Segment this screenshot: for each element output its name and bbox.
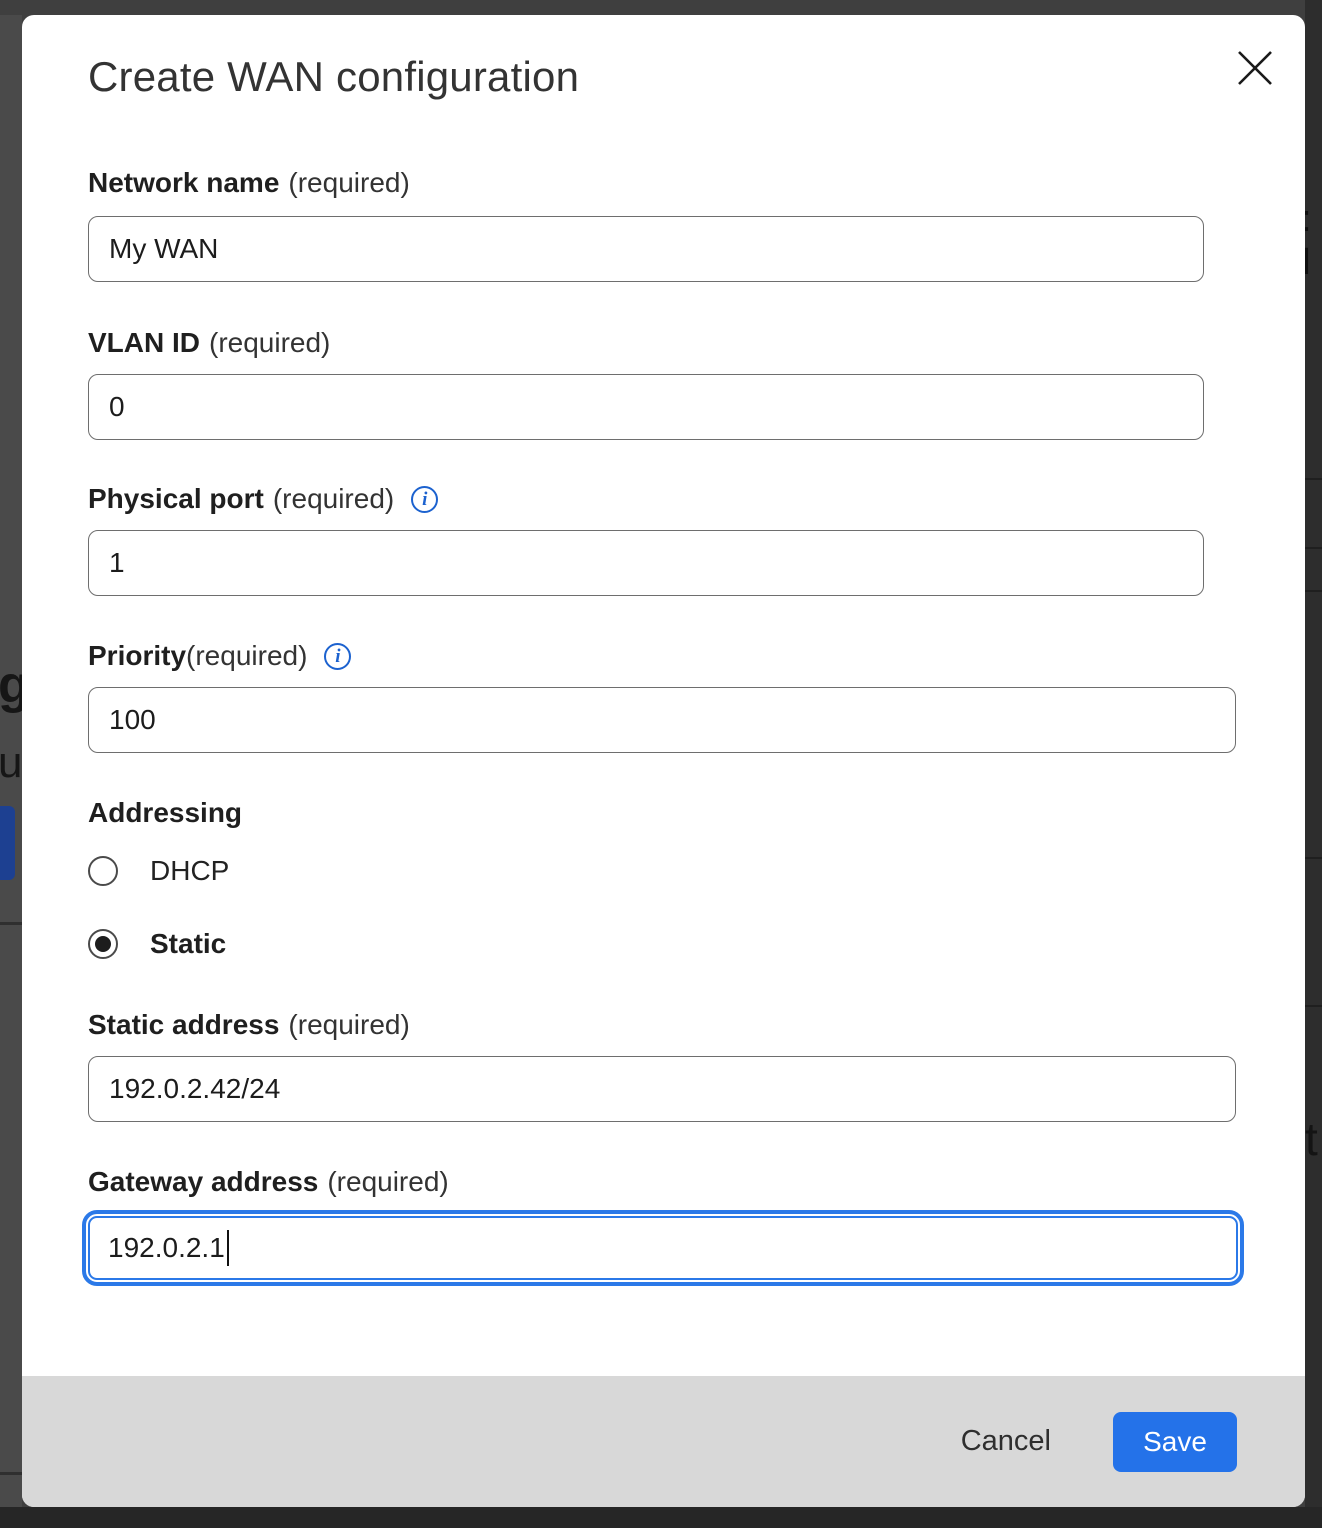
network-name-input[interactable] xyxy=(88,216,1204,282)
label-text: VLAN ID xyxy=(88,325,200,361)
radio-dot xyxy=(95,936,111,952)
radio-option-static[interactable]: Static xyxy=(88,928,226,960)
backdrop-row-line xyxy=(1305,590,1322,592)
save-button[interactable]: Save xyxy=(1113,1412,1237,1472)
required-hint: (required) xyxy=(288,1007,409,1043)
dialog-title: Create WAN configuration xyxy=(88,51,579,103)
addressing-section-label: Addressing xyxy=(88,795,242,831)
backdrop-text-fragment: t xyxy=(1305,1112,1318,1166)
vlan-id-label: VLAN ID (required) xyxy=(88,325,330,361)
required-hint: (required) xyxy=(273,481,394,517)
backdrop-row-line xyxy=(1305,547,1322,549)
label-text: Gateway address xyxy=(88,1164,318,1200)
backdrop-row-line xyxy=(1305,478,1322,480)
create-wan-dialog: Create WAN configuration Network name (r… xyxy=(22,15,1305,1507)
radio-unselected-icon[interactable] xyxy=(88,856,118,886)
info-icon[interactable]: i xyxy=(411,486,438,513)
vlan-id-input[interactable] xyxy=(88,374,1204,440)
info-icon[interactable]: i xyxy=(324,643,351,670)
gateway-address-input-focused[interactable]: 192.0.2.1 xyxy=(82,1210,1244,1286)
gateway-address-value-area[interactable]: 192.0.2.1 xyxy=(88,1216,1238,1280)
backdrop-row-line xyxy=(1305,857,1322,859)
backdrop-divider xyxy=(0,922,22,925)
label-text: Static address xyxy=(88,1007,279,1043)
radio-label: Static xyxy=(150,928,226,960)
static-address-input[interactable] xyxy=(88,1056,1236,1122)
backdrop-right-strip: : I t xyxy=(1305,0,1322,1528)
static-address-label: Static address (required) xyxy=(88,1007,410,1043)
radio-label: DHCP xyxy=(150,855,229,887)
gateway-address-label: Gateway address (required) xyxy=(88,1164,449,1200)
required-hint: (required) xyxy=(186,638,307,674)
close-button[interactable] xyxy=(1225,38,1285,98)
cancel-button[interactable]: Cancel xyxy=(947,1415,1065,1468)
label-text: Priority xyxy=(88,638,186,674)
backdrop-text-fragment: : I xyxy=(1305,198,1322,284)
label-text: Network name xyxy=(88,165,279,201)
backdrop-divider xyxy=(0,1472,22,1475)
physical-port-label: Physical port (required) i xyxy=(88,481,438,517)
label-text: Physical port xyxy=(88,481,264,517)
backdrop-row-line xyxy=(1305,1005,1322,1007)
priority-input[interactable] xyxy=(88,687,1236,753)
required-hint: (required) xyxy=(327,1164,448,1200)
backdrop-left-strip: g u xyxy=(0,15,22,1507)
backdrop-button-fragment xyxy=(0,806,15,880)
physical-port-input[interactable] xyxy=(88,530,1204,596)
network-name-label: Network name (required) xyxy=(88,165,410,201)
dialog-footer: Cancel Save xyxy=(22,1376,1305,1507)
backdrop-bottom-strip xyxy=(0,1507,1322,1528)
priority-label: Priority (required) i xyxy=(88,638,351,674)
radio-option-dhcp[interactable]: DHCP xyxy=(88,855,229,887)
text-cursor xyxy=(227,1230,229,1266)
close-icon xyxy=(1236,49,1274,87)
gateway-address-value: 192.0.2.1 xyxy=(108,1232,225,1264)
required-hint: (required) xyxy=(288,165,409,201)
radio-selected-icon[interactable] xyxy=(88,929,118,959)
backdrop-text-fragment: g xyxy=(0,655,22,715)
required-hint: (required) xyxy=(209,325,330,361)
backdrop-text-fragment: u xyxy=(0,738,22,788)
